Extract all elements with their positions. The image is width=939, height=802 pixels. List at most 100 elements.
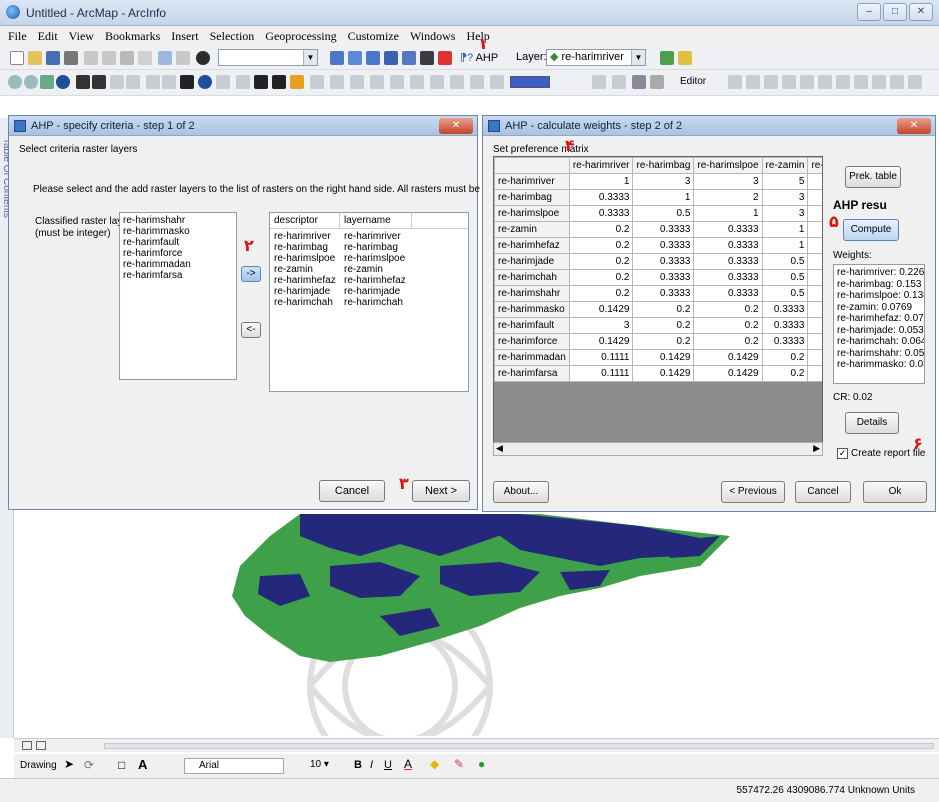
selected-row[interactable]: re-harimslpoe re-harimslpoe	[274, 253, 464, 264]
add-data-icon[interactable]	[196, 51, 210, 65]
spatial-adjust-icon[interactable]	[390, 75, 404, 89]
layout-icon[interactable]	[592, 75, 606, 89]
menu-edit[interactable]: Edit	[38, 29, 58, 44]
font-size-combo[interactable]: 10 ▾	[310, 758, 350, 774]
matrix-cell[interactable]: 0.3333	[632, 269, 695, 286]
matrix-cell[interactable]: 0.3333	[761, 301, 809, 318]
details-button[interactable]: Details	[845, 412, 899, 434]
matrix-cell[interactable]: 0.1111	[568, 365, 634, 382]
selected-row[interactable]: re-harimjade re-harimjade	[274, 286, 464, 297]
menu-view[interactable]: View	[69, 29, 94, 44]
matrix-cell[interactable]: 0.3333	[632, 237, 695, 254]
matrix-cell[interactable]	[807, 189, 822, 206]
matrix-cell[interactable]: 5	[761, 173, 809, 190]
matrix-cell[interactable]: 0.3333	[693, 253, 763, 270]
html-popup-icon[interactable]	[236, 75, 250, 89]
matrix-cell[interactable]: 1	[568, 173, 634, 190]
data-view-toggle-icon[interactable]	[22, 741, 32, 750]
matrix-cell[interactable]: 0.3333	[568, 205, 634, 222]
matrix-cell[interactable]: 0.2	[632, 301, 695, 318]
selected-row[interactable]: re-harimbag re-harimbag	[274, 242, 464, 253]
edit-tool-icon[interactable]	[728, 75, 742, 89]
matrix-cell[interactable]: 0.5	[632, 205, 695, 222]
matrix-cell[interactable]: 1	[761, 237, 809, 254]
matrix-cell[interactable]: 0.1429	[568, 333, 634, 350]
menu-selection[interactable]: Selection	[210, 29, 255, 44]
dialog1-close-button[interactable]: ✕	[439, 118, 473, 134]
weights-list[interactable]: re-harimriver: 0.2262 re-harimbag: 0.153…	[833, 264, 925, 384]
selected-row[interactable]: re-harimriver re-harimriver	[274, 231, 464, 242]
minimize-button[interactable]: –	[857, 3, 881, 21]
editor-menu[interactable]: Editor	[680, 76, 706, 87]
menu-file[interactable]: File	[8, 29, 27, 44]
report-icon[interactable]	[908, 75, 922, 89]
dialog2-cancel-button[interactable]: Cancel	[795, 481, 851, 503]
matrix-cell[interactable]: 0.2	[568, 285, 634, 302]
dialog2-titlebar[interactable]: AHP - calculate weights - step 2 of 2 ✕	[483, 116, 935, 136]
matrix-cell[interactable]: 0.3333	[693, 237, 763, 254]
catalog-window-icon[interactable]	[366, 51, 380, 65]
checkbox-checked-icon[interactable]: ✓	[837, 448, 848, 459]
menu-customize[interactable]: Customize	[348, 29, 399, 44]
measure-icon[interactable]	[254, 75, 268, 89]
previous-button[interactable]: < Previous	[721, 481, 785, 503]
fixed-zoom-in-icon[interactable]	[76, 75, 90, 89]
identify-icon[interactable]	[198, 75, 212, 89]
topology-icon[interactable]	[410, 75, 424, 89]
matrix-cell[interactable]: 1	[632, 189, 695, 206]
matrix-cell[interactable]: 0.:	[807, 333, 822, 350]
split-icon[interactable]	[782, 75, 796, 89]
snapping-icon[interactable]	[490, 75, 504, 89]
dialog1-cancel-button[interactable]: Cancel	[319, 480, 385, 502]
open-icon[interactable]	[28, 51, 42, 65]
paste-icon[interactable]	[120, 51, 134, 65]
map-scale-combo[interactable]: ▼	[218, 49, 318, 66]
advanced-edit-icon[interactable]	[450, 75, 464, 89]
matrix-cell[interactable]: 3	[761, 189, 809, 206]
drawing-menu[interactable]: Drawing	[20, 760, 57, 771]
available-layer-item[interactable]: re-harimmasko	[123, 226, 233, 237]
marker-color-icon[interactable]: ●	[478, 757, 485, 771]
close-button[interactable]: ✕	[909, 3, 933, 21]
time-slider-icon[interactable]	[330, 75, 344, 89]
back-extent-icon[interactable]	[110, 75, 124, 89]
ok-button[interactable]: Ok	[863, 481, 927, 503]
create-viewer-icon[interactable]	[350, 75, 364, 89]
remove-layer-button[interactable]: <-	[241, 322, 261, 338]
matrix-cell[interactable]	[807, 205, 822, 222]
bold-icon[interactable]: B	[354, 759, 362, 771]
matrix-cell[interactable]	[807, 269, 822, 286]
matrix-cell[interactable]: 0.2	[632, 317, 695, 334]
matrix-cell[interactable]: 0.3333	[568, 189, 634, 206]
matrix-cell[interactable]	[807, 221, 822, 238]
map-hscrollbar[interactable]	[104, 743, 934, 749]
layername-header[interactable]: layername	[340, 213, 412, 228]
available-layers-list[interactable]: re-harimshahr re-harimmasko re-harimfaul…	[119, 212, 237, 380]
undo-icon[interactable]	[158, 51, 172, 65]
menu-bookmarks[interactable]: Bookmarks	[105, 29, 160, 44]
matrix-hscrollbar[interactable]: ◀ ▶	[493, 442, 823, 456]
italic-icon[interactable]: I	[370, 759, 373, 771]
new-document-icon[interactable]	[10, 51, 24, 65]
rectangle-icon[interactable]: □	[118, 758, 125, 772]
matrix-cell[interactable]: 0.1429	[693, 349, 763, 366]
matrix-cell[interactable]: 0.5	[761, 285, 809, 302]
full-extent-icon[interactable]	[56, 75, 70, 89]
matrix-cell[interactable]: 0.1429	[693, 365, 763, 382]
scroll-left-icon[interactable]: ◀	[496, 443, 503, 454]
reshape-icon[interactable]	[764, 75, 778, 89]
restore-button[interactable]: □	[883, 3, 907, 21]
cut-icon[interactable]	[84, 51, 98, 65]
fixed-zoom-out-icon[interactable]	[92, 75, 106, 89]
arctoolbox-icon[interactable]	[402, 51, 416, 65]
pause-draw-icon[interactable]	[650, 75, 664, 89]
redo-icon[interactable]	[176, 51, 190, 65]
matrix-cell[interactable]: 1	[761, 221, 809, 238]
matrix-cell[interactable]: 1	[693, 205, 763, 222]
sketch-tool-icon[interactable]	[746, 75, 760, 89]
model-builder-icon[interactable]	[438, 51, 452, 65]
matrix-cell[interactable]: 0.1429	[632, 365, 695, 382]
python-window-icon[interactable]	[420, 51, 434, 65]
matrix-cell[interactable]: 0.2	[568, 269, 634, 286]
matrix-cell[interactable]: 0.3333	[693, 221, 763, 238]
